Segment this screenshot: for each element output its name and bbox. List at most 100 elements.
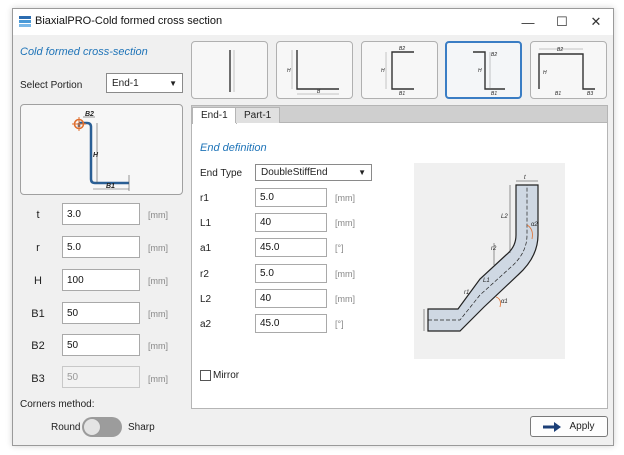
thumb-channel-b1-label: B1 <box>399 91 405 97</box>
param-b2-input[interactable] <box>62 334 140 356</box>
thumb-omega-b2-label: B2 <box>557 47 563 53</box>
param-b1-label: B1 <box>31 308 45 320</box>
thumb-channel-h-label: H <box>381 68 385 74</box>
param-h-input[interactable] <box>62 269 140 291</box>
field-r1-unit: [mm] <box>335 193 355 203</box>
apply-button[interactable]: Apply <box>530 416 608 437</box>
thumb-omega-h-label: H <box>543 70 547 76</box>
dropdown-arrow-icon: ▼ <box>358 168 366 177</box>
mirror-checkbox[interactable] <box>200 370 211 381</box>
end-definition-title: End definition <box>200 142 267 154</box>
field-r1-input[interactable] <box>255 188 327 207</box>
cross-section-title: Cold formed cross-section <box>20 46 148 58</box>
field-l1-label: L1 <box>200 218 212 229</box>
param-h-label: H <box>34 275 42 287</box>
thumb-channel-b2-label: B2 <box>399 46 405 52</box>
diagram-r2-label: r2 <box>491 246 497 252</box>
minimize-button[interactable]: — <box>511 9 545 35</box>
section-type-omega[interactable]: B2 H B1 B3 <box>530 41 607 99</box>
thumb-z-b1-label: B1 <box>491 91 497 97</box>
apply-label: Apply <box>569 421 595 432</box>
field-l1-input[interactable] <box>255 213 327 232</box>
channel-section-icon: H B2 B1 <box>381 46 414 97</box>
portion-select[interactable]: End-1 ▼ <box>106 73 183 93</box>
field-a2-input[interactable] <box>255 314 327 333</box>
param-b3-unit: [mm] <box>148 374 168 384</box>
dropdown-arrow-icon: ▼ <box>169 78 177 88</box>
param-r-input[interactable] <box>62 236 140 258</box>
z-section-icon: H B2 B1 <box>473 51 505 97</box>
field-a2-unit: [°] <box>335 319 344 329</box>
section-type-z[interactable]: H B2 B1 <box>445 41 522 99</box>
dialog-window: BiaxialPRO-Cold formed cross section — ☐… <box>12 8 614 446</box>
thumb-omega-b1-label: B1 <box>555 91 561 97</box>
param-t-input[interactable] <box>62 203 140 225</box>
field-a1-unit: [°] <box>335 243 344 253</box>
param-t-unit: [mm] <box>148 210 168 220</box>
maximize-button[interactable]: ☐ <box>545 9 579 35</box>
field-r2-unit: [mm] <box>335 269 355 279</box>
section-type-channel[interactable]: H B2 B1 <box>361 41 438 99</box>
end-type-label: End Type <box>200 168 243 179</box>
diagram-a2-label: α2 <box>531 222 538 228</box>
title-bar: BiaxialPRO-Cold formed cross section — ☐… <box>13 9 613 35</box>
param-b2-unit: [mm] <box>148 341 168 351</box>
end-type-value: DoubleStiffEnd <box>261 167 328 178</box>
field-l2-unit: [mm] <box>335 294 355 304</box>
param-b2-label: B2 <box>31 340 45 352</box>
portion-select-value: End-1 <box>112 77 139 89</box>
window-title: BiaxialPRO-Cold formed cross section <box>35 15 223 27</box>
param-r-unit: [mm] <box>148 243 168 253</box>
mirror-label: Mirror <box>213 370 240 381</box>
thumb-angle-h-label: H <box>287 68 291 74</box>
diagram-t-label: t <box>524 175 526 181</box>
thumb-z-b2-label: B2 <box>491 52 497 58</box>
end-diagram-drawing: t L2 α2 r2 r1 L1 α1 <box>423 175 539 332</box>
section-preview: B2 H B1 <box>20 104 183 195</box>
angle-section-icon: H B <box>287 50 339 95</box>
end-type-select[interactable]: DoubleStiffEnd ▼ <box>255 164 372 181</box>
diagram-l1-label: L1 <box>483 278 490 284</box>
field-r2-label: r2 <box>200 269 209 280</box>
diagram-r1-label: r1 <box>464 290 469 296</box>
preview-h-label: H <box>93 152 99 159</box>
close-button[interactable]: ✕ <box>579 9 613 35</box>
param-b3-input <box>62 366 140 388</box>
param-h-unit: [mm] <box>148 276 168 286</box>
section-type-angle[interactable]: H B <box>276 41 353 99</box>
param-t-label: t <box>36 209 40 221</box>
field-l1-unit: [mm] <box>335 218 355 228</box>
field-a1-input[interactable] <box>255 238 327 257</box>
corners-method-label: Corners method: <box>20 399 95 410</box>
field-l2-input[interactable] <box>255 289 327 308</box>
sharp-label: Sharp <box>128 422 155 433</box>
field-l2-label: L2 <box>200 294 212 305</box>
tab-panel: End-1 Part-1 End definition End Type Dou… <box>191 105 608 409</box>
section-type-flat[interactable] <box>191 41 268 99</box>
preview-b2-label: B2 <box>85 111 94 118</box>
round-label: Round <box>51 422 81 433</box>
param-r-label: r <box>36 242 40 254</box>
end-definition-diagram: t L2 α2 r2 r1 L1 α1 <box>414 163 565 359</box>
flat-section-icon <box>229 50 235 92</box>
field-r1-label: r1 <box>200 193 209 204</box>
field-a1-label: a1 <box>200 243 212 254</box>
thumb-z-h-label: H <box>478 68 482 74</box>
diagram-a1-label: α1 <box>501 299 508 305</box>
omega-section-icon: B2 H B1 B3 <box>538 47 595 97</box>
param-b1-input[interactable] <box>62 302 140 324</box>
preview-b1-label: B1 <box>106 183 115 190</box>
tab-end-1[interactable]: End-1 <box>192 107 237 124</box>
field-a2-label: a2 <box>200 319 212 330</box>
param-b3-label: B3 <box>31 373 45 385</box>
section-preview-drawing: B2 H B1 <box>72 111 130 191</box>
app-icon <box>19 16 31 27</box>
toggle-knob <box>83 418 101 436</box>
thumb-omega-b3-label: B3 <box>587 91 593 97</box>
diagram-l2-label: L2 <box>501 214 508 220</box>
field-r2-input[interactable] <box>255 264 327 283</box>
corners-toggle[interactable] <box>82 417 122 437</box>
tab-part-1[interactable]: Part-1 <box>235 107 281 123</box>
select-portion-label: Select Portion <box>20 80 83 91</box>
arrow-right-icon <box>543 421 562 432</box>
